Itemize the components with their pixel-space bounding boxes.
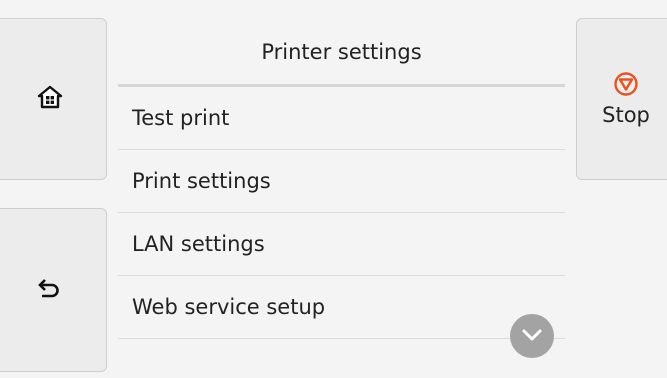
- home-icon: [37, 84, 63, 114]
- stop-icon: [613, 71, 639, 101]
- page-title: Printer settings: [261, 40, 422, 64]
- menu-item-test-print[interactable]: Test print: [118, 87, 565, 150]
- back-arrow-icon: [37, 277, 63, 303]
- settings-menu: Test print Print settings LAN settings W…: [118, 87, 565, 339]
- stop-label: Stop: [602, 103, 650, 127]
- chevron-down-icon: [521, 327, 543, 346]
- menu-item-lan-settings[interactable]: LAN settings: [118, 213, 565, 276]
- stop-button[interactable]: Stop: [576, 18, 667, 180]
- menu-item-label: LAN settings: [132, 232, 265, 256]
- menu-item-label: Print settings: [132, 169, 271, 193]
- menu-item-label: Test print: [132, 106, 230, 130]
- menu-item-label: Web service setup: [132, 295, 326, 319]
- printer-screen: Stop Printer settings Test print Print s…: [0, 0, 667, 378]
- back-button[interactable]: [0, 208, 107, 372]
- menu-item-web-service-setup[interactable]: Web service setup: [118, 276, 565, 339]
- home-button[interactable]: [0, 18, 107, 180]
- scroll-down-button[interactable]: [510, 314, 554, 358]
- menu-item-print-settings[interactable]: Print settings: [118, 150, 565, 213]
